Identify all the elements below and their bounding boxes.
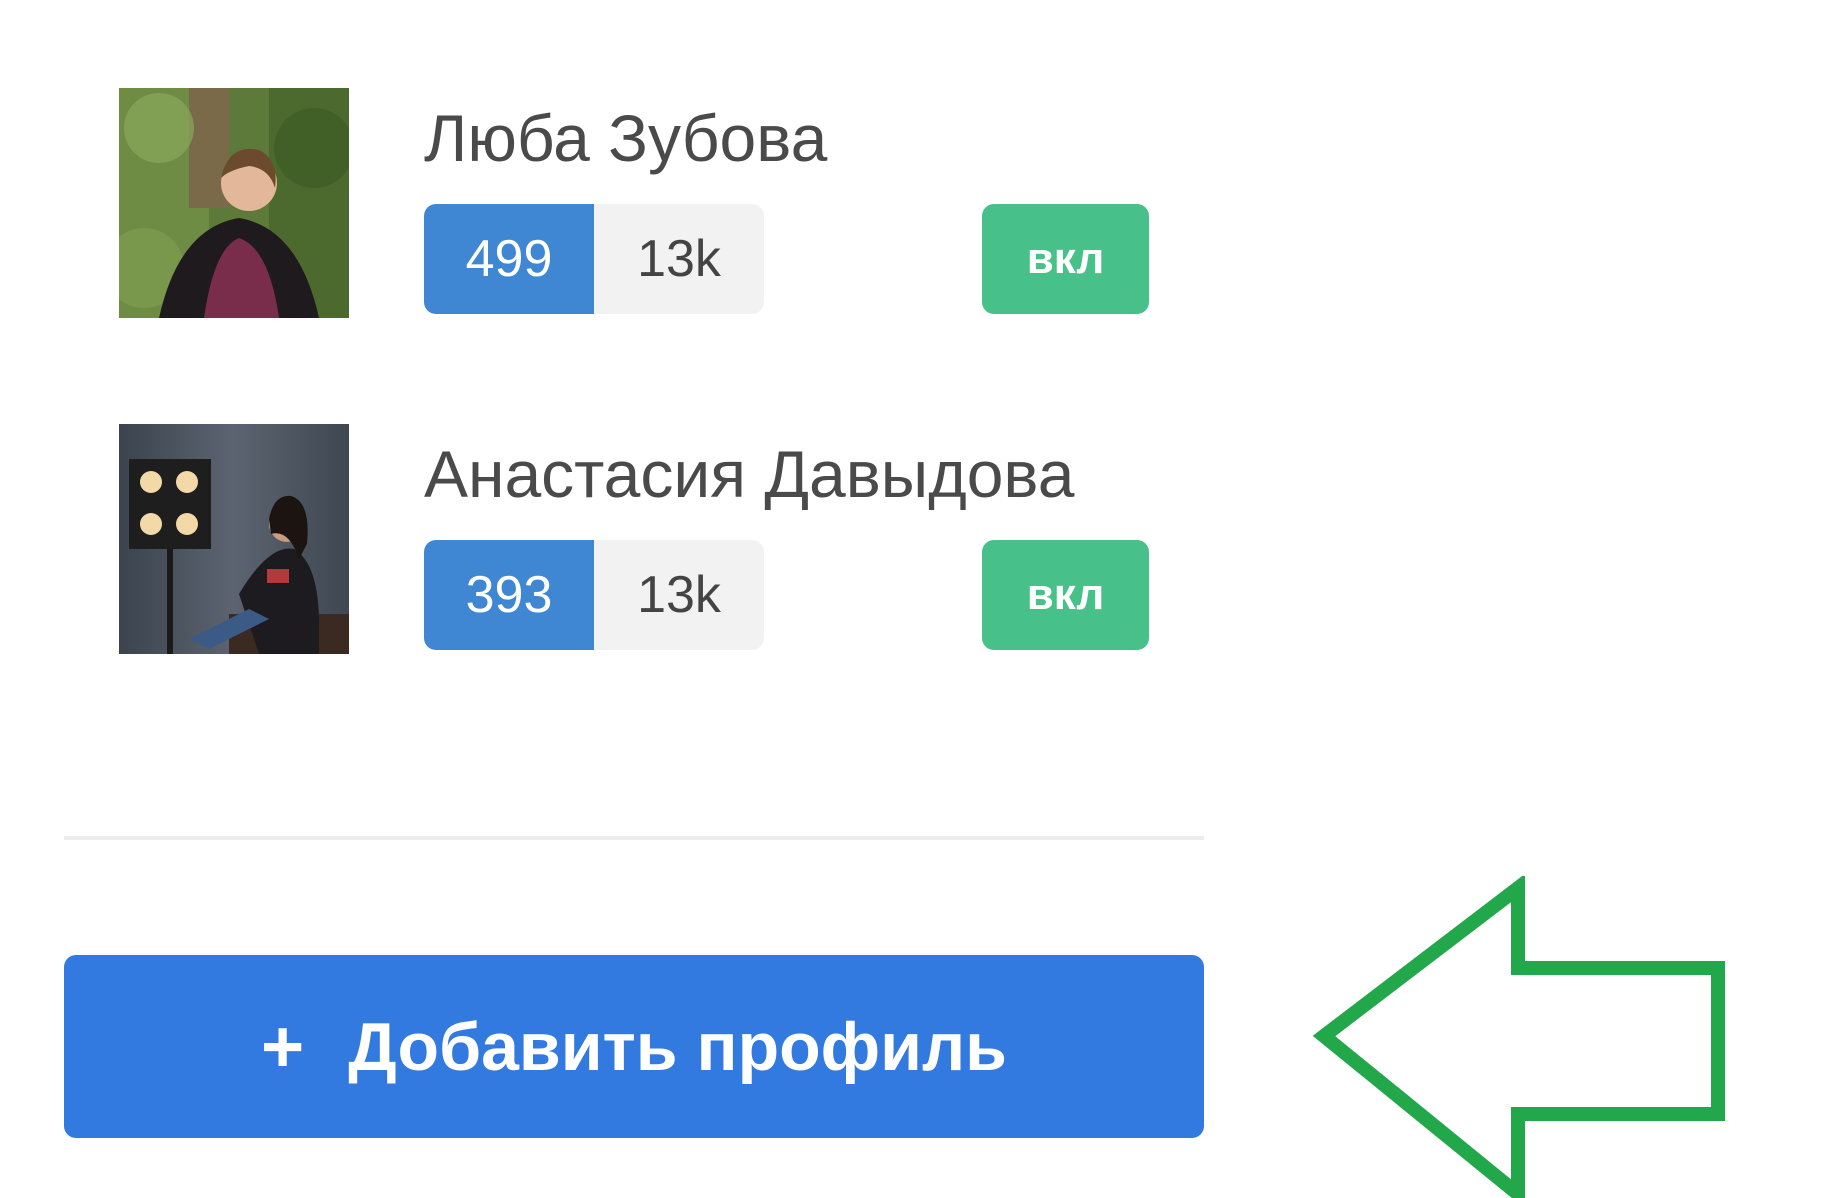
profile-row: Люба Зубова 499 13k вкл: [119, 88, 1169, 318]
stat-secondary-count: 13k: [594, 540, 764, 650]
profiles-panel: Люба Зубова 499 13k вкл Анастасия Давыдо…: [0, 0, 1846, 1198]
profile-name[interactable]: Анастасия Давыдова: [424, 434, 1074, 514]
divider: [64, 836, 1204, 840]
avatar[interactable]: [119, 88, 349, 318]
left-arrow-outline-icon: [1312, 876, 1725, 1198]
toggle-on-button[interactable]: вкл: [982, 204, 1149, 314]
add-profile-button[interactable]: + Добавить профиль: [64, 955, 1204, 1138]
plus-icon: +: [261, 1004, 305, 1088]
stat-primary-count: 393: [424, 540, 594, 650]
avatar[interactable]: [119, 424, 349, 654]
avatar-photo-outdoor: [119, 88, 349, 318]
toggle-on-button[interactable]: вкл: [982, 540, 1149, 650]
profile-stats: 499 13k: [424, 204, 764, 314]
profile-name[interactable]: Люба Зубова: [424, 98, 827, 178]
profile-row: Анастасия Давыдова 393 13k вкл: [119, 424, 1169, 654]
profile-stats: 393 13k: [424, 540, 764, 650]
add-profile-label: Добавить профиль: [348, 1008, 1007, 1085]
avatar-photo-studio: [119, 424, 349, 654]
stat-secondary-count: 13k: [594, 204, 764, 314]
stat-primary-count: 499: [424, 204, 594, 314]
